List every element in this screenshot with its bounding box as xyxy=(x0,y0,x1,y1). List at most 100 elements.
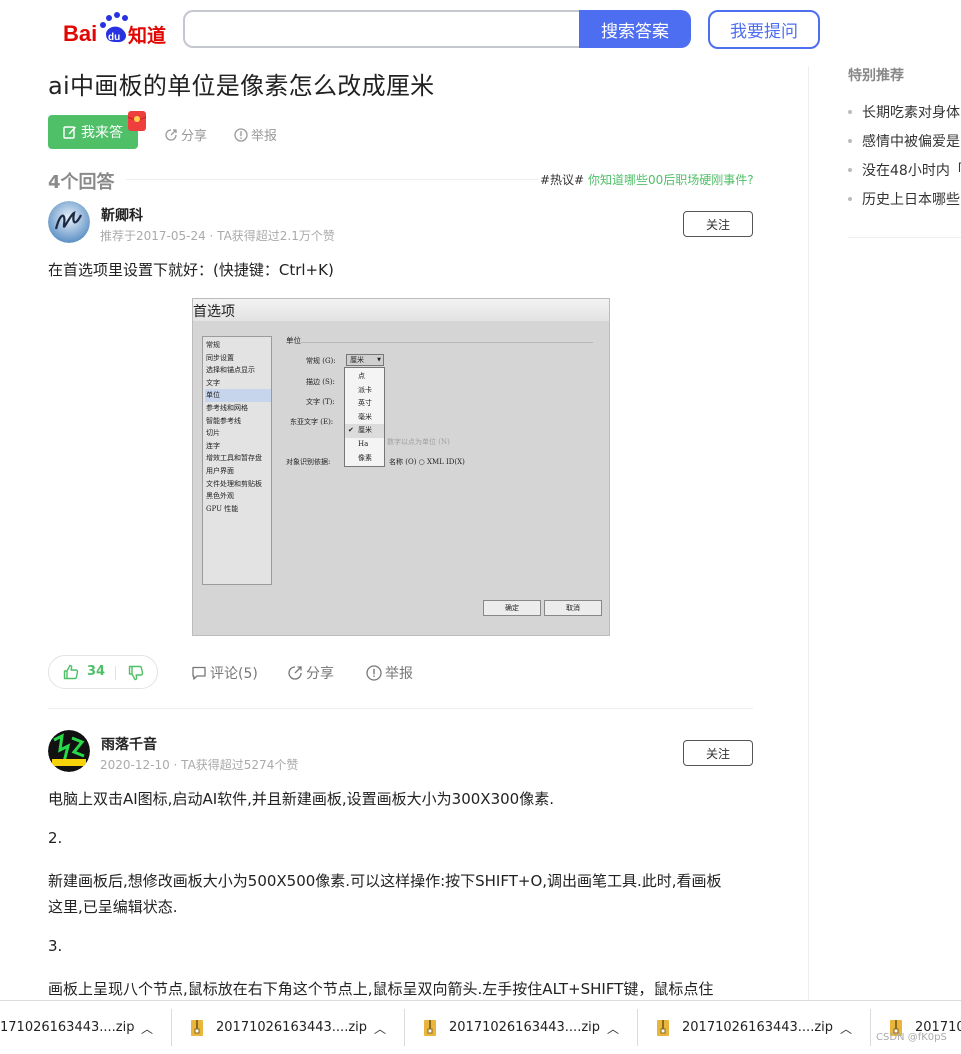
svg-text:Bai: Bai xyxy=(63,21,97,46)
list-item: 智能参考线 xyxy=(206,416,241,425)
chevron-up-icon[interactable]: ︿ xyxy=(840,1020,852,1037)
answer-paragraph: 3. xyxy=(48,937,63,955)
author-name[interactable]: 靳卿科 xyxy=(101,205,143,225)
unit-option-selected: ✔ 厘米 xyxy=(345,424,384,438)
chevron-up-icon[interactable]: ︿ xyxy=(607,1020,619,1037)
stroke-unit-label: 描边 (S): xyxy=(306,378,335,386)
list-item: 黑色外观 xyxy=(206,492,234,501)
download-filename: 20171026163443....zip xyxy=(216,1020,368,1035)
author-name[interactable]: 雨落千音 xyxy=(101,734,157,754)
avatar[interactable] xyxy=(48,730,90,772)
hot-topic-link[interactable]: #热议# 你知道哪些00后职场硬刚事件? xyxy=(540,171,754,188)
sidebar-item-label: 感情中被偏爱是 xyxy=(862,134,960,150)
unit-dropdown: 点 派卡 英寸 毫米 ✔ 厘米 Ha 像素 xyxy=(344,367,385,467)
sidebar-item-label: 历史上日本哪些 xyxy=(862,192,960,208)
answer-question-button[interactable]: 我来答 xyxy=(48,115,138,149)
download-separator xyxy=(171,1009,172,1046)
thumbs-up-icon[interactable] xyxy=(63,664,79,680)
unit-option: Ha xyxy=(358,439,369,448)
search-input[interactable] xyxy=(183,10,580,48)
edit-icon xyxy=(63,126,76,139)
list-item: 连字 xyxy=(206,441,220,450)
unit-option: 点 xyxy=(358,372,365,380)
list-item: 切片 xyxy=(206,429,220,438)
warning-icon xyxy=(234,127,248,142)
download-separator xyxy=(637,1009,638,1046)
unit-option: 派卡 xyxy=(358,385,372,394)
csdn-watermark: CSDN @fK0pS xyxy=(876,1032,947,1043)
vote-box[interactable]: 34 xyxy=(48,655,158,689)
thumbs-down-icon[interactable] xyxy=(128,665,144,681)
download-separator xyxy=(404,1009,405,1046)
type-unit-label: 文字 (T): xyxy=(306,398,335,406)
search-button[interactable]: 搜索答案 xyxy=(579,10,691,48)
bullet-icon xyxy=(848,139,852,143)
comments-label: 评论(5) xyxy=(210,666,258,682)
download-item[interactable]: 2017102 xyxy=(870,1001,961,1054)
answer-paragraph: 这里,已呈编辑状态. xyxy=(48,898,178,916)
bullet-icon xyxy=(848,168,852,172)
sidebar-item[interactable]: 感情中被偏爱是 xyxy=(848,131,960,151)
section-title: 单位 xyxy=(286,336,301,345)
dialog-titlebar: 首选项 xyxy=(193,299,609,321)
unit-option: 英寸 xyxy=(358,399,372,408)
share-label: 分享 xyxy=(306,666,334,682)
sidebar-title: 特别推荐 xyxy=(848,68,904,84)
preferences-category-list: 常规 同步设置 选择和锚点显示 文字 单位 参考线和网格 智能参考线 切片 连字… xyxy=(202,336,272,585)
answer-text: 在首选项里设置下就好：(快捷键：Ctrl+K) xyxy=(48,261,334,279)
preferences-screenshot: 首选项 常规 同步设置 选择和锚点显示 文字 单位 参考线和网格 智能参考线 切… xyxy=(192,298,610,636)
ask-question-button[interactable]: 我要提问 xyxy=(708,10,820,49)
list-item: 常规 xyxy=(206,341,220,349)
unit-option-label: 厘米 xyxy=(358,426,372,435)
list-item: 参考线和网格 xyxy=(206,403,248,412)
object-id-radios: 名称 (O) ○ XML ID(X) xyxy=(389,458,465,466)
report-answer-button[interactable]: 举报 xyxy=(366,663,413,683)
comments-button[interactable]: 评论(5) xyxy=(191,663,258,683)
share-question-button[interactable]: 分享 xyxy=(164,125,207,144)
answers-count: 4个回答 xyxy=(48,172,115,193)
list-item: 同步设置 xyxy=(206,353,234,362)
share-answer-button[interactable]: 分享 xyxy=(287,663,334,683)
column-divider xyxy=(808,66,809,1000)
answer-paragraph: 2. xyxy=(48,829,63,847)
sidebar-item[interactable]: 没在48小时内「 xyxy=(848,160,961,180)
avatar[interactable] xyxy=(48,201,90,243)
download-filename: 20171026163443....zip xyxy=(682,1020,834,1035)
author-meta: 2020-12-10 · TA获得超过5274个赞 xyxy=(100,758,299,772)
check-icon: ✔ xyxy=(348,426,354,435)
zip-file-icon xyxy=(657,1020,669,1036)
dialog-title: 首选项 xyxy=(193,304,235,320)
svg-text:du: du xyxy=(108,32,120,43)
zip-file-icon xyxy=(424,1020,436,1036)
bullet-icon xyxy=(848,197,852,201)
share-icon xyxy=(165,128,177,141)
sidebar-item[interactable]: 历史上日本哪些 xyxy=(848,189,960,209)
answer-paragraph: 画板上呈现八个节点,鼠标放在右下角这个节点上,鼠标呈双向箭头.左手按住ALT+S… xyxy=(48,980,714,998)
answers-header-line xyxy=(126,179,538,180)
ok-button: 确定 xyxy=(483,600,541,616)
list-item: GPU 性能 xyxy=(206,504,239,513)
chevron-up-icon[interactable]: ︿ xyxy=(374,1020,386,1037)
follow-button[interactable]: 关注 xyxy=(683,740,753,766)
svg-text:知道: 知道 xyxy=(128,24,166,47)
warning-icon xyxy=(366,665,382,681)
sidebar-item[interactable]: 长期吃素对身体 xyxy=(848,102,960,122)
list-item: 增效工具和暂存盘 xyxy=(206,454,262,463)
list-item: 文字 xyxy=(206,378,220,387)
vote-separator xyxy=(115,666,116,680)
points-hint: 数字以点为单位 (N) xyxy=(387,438,450,446)
red-packet-icon xyxy=(126,108,148,132)
chevron-up-icon[interactable]: ︿ xyxy=(141,1020,153,1037)
unit-combo: 厘米 xyxy=(346,354,384,366)
report-label: 举报 xyxy=(251,129,278,144)
general-unit-label: 常规 (G): xyxy=(306,357,336,365)
baidu-zhidao-logo[interactable]: Bai du 知道 xyxy=(62,12,168,48)
cancel-button: 取消 xyxy=(544,600,602,616)
download-filename: 20171026163443....zip xyxy=(449,1020,601,1035)
report-question-button[interactable]: 举报 xyxy=(234,125,277,144)
unit-option: 毫米 xyxy=(358,412,372,421)
bullet-icon xyxy=(848,110,852,114)
comment-icon xyxy=(192,666,206,680)
follow-button[interactable]: 关注 xyxy=(683,211,753,237)
list-item-selected: 单位 xyxy=(205,389,271,402)
